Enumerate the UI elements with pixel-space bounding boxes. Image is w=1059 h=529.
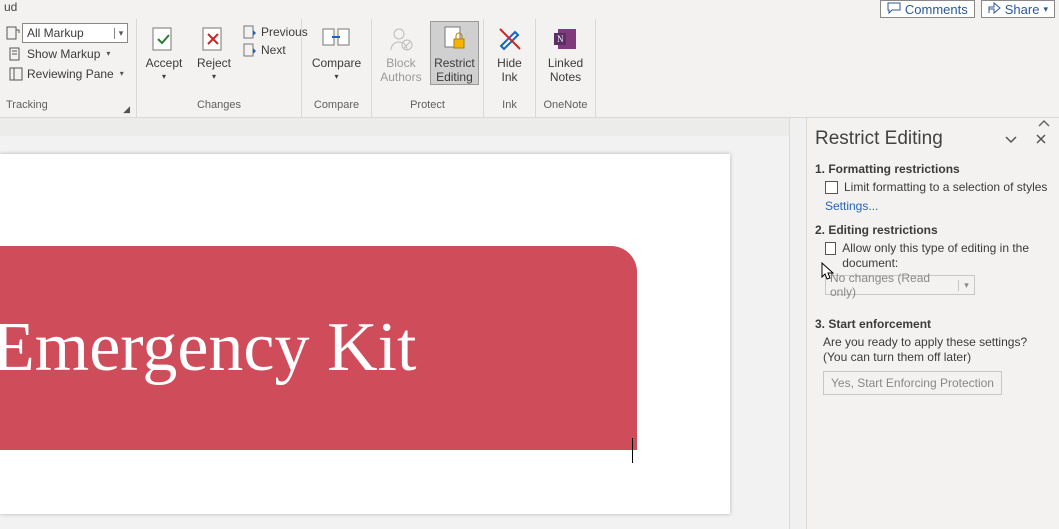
block-authors-button: Block Authors <box>376 21 426 84</box>
linked-notes-button[interactable]: N Linked Notes <box>543 21 589 84</box>
reviewing-pane-label: Reviewing Pane <box>27 67 114 81</box>
chevron-down-icon: ▾ <box>106 49 110 58</box>
chevron-down-icon: ▾ <box>958 280 974 291</box>
reviewing-pane-icon <box>9 67 23 81</box>
svg-text:N: N <box>557 34 564 44</box>
title-shape: Emergency Kit <box>0 246 637 450</box>
share-label: Share <box>1005 2 1040 17</box>
next-label: Next <box>261 43 286 57</box>
compare-button[interactable]: Compare ▾ <box>307 21 366 84</box>
group-label-tracking: Tracking <box>6 99 48 115</box>
chevron-down-icon: ▾ <box>114 28 127 39</box>
previous-change-button[interactable]: Previous <box>243 25 308 39</box>
vertical-scrollbar[interactable] <box>789 118 806 529</box>
group-label-compare: Compare <box>306 99 367 115</box>
formatting-settings-link[interactable]: Settings... <box>825 199 878 213</box>
chevron-down-icon: ▾ <box>334 70 338 84</box>
reject-button[interactable]: Reject ▾ <box>191 21 237 84</box>
hide-ink-button[interactable]: Hide Ink <box>487 21 533 84</box>
markup-options-icon[interactable] <box>6 26 20 40</box>
group-label-ink: Ink <box>488 99 531 115</box>
title-fragment: ud <box>4 0 17 18</box>
chevron-down-icon: ▾ <box>120 69 124 78</box>
previous-icon <box>243 25 257 39</box>
next-icon <box>243 43 257 57</box>
accept-icon <box>149 24 179 54</box>
onenote-icon: N <box>551 24 581 54</box>
allow-editing-checkbox[interactable] <box>825 242 836 255</box>
accept-button[interactable]: Accept ▾ <box>141 21 187 84</box>
block-authors-icon <box>386 24 416 54</box>
section-3-title: 3. Start enforcement <box>815 317 1049 331</box>
comments-button[interactable]: Comments <box>880 0 975 18</box>
limit-formatting-label: Limit formatting to a selection of style… <box>844 180 1047 195</box>
previous-label: Previous <box>261 25 308 39</box>
restrict-editing-icon <box>439 24 469 54</box>
show-markup-icon <box>9 47 23 61</box>
chevron-down-icon: ▾ <box>212 70 216 84</box>
chevron-down-icon: ▾ <box>1043 4 1048 15</box>
show-markup-button[interactable]: Show Markup ▾ <box>6 44 128 63</box>
section-1-title: 1. Formatting restrictions <box>815 162 1049 176</box>
markup-mode-value: All Markup <box>27 26 84 40</box>
collapse-ribbon-icon[interactable] <box>1037 118 1051 132</box>
group-label-onenote: OneNote <box>540 99 591 115</box>
allow-editing-label: Allow only this type of editing in the d… <box>842 241 1049 271</box>
start-enforcing-button: Yes, Start Enforcing Protection <box>823 371 1002 395</box>
group-label-protect: Protect <box>376 99 479 115</box>
reject-icon <box>199 24 229 54</box>
chevron-down-icon: ▾ <box>162 70 166 84</box>
restrict-editing-label: Restrict Editing <box>434 56 475 84</box>
restrict-editing-button[interactable]: Restrict Editing <box>430 21 479 85</box>
share-icon <box>988 2 1001 17</box>
enforcement-description: Are you ready to apply these settings? (… <box>823 335 1049 365</box>
document-page: Emergency Kit <box>0 154 730 514</box>
section-2-title: 2. Editing restrictions <box>815 223 1049 237</box>
hide-ink-icon <box>495 24 525 54</box>
close-icon[interactable] <box>1033 131 1049 147</box>
accept-label: Accept <box>146 56 183 70</box>
panel-title: Restrict Editing <box>815 128 943 150</box>
share-button[interactable]: Share ▾ <box>981 0 1055 18</box>
dialog-launcher-icon[interactable]: ◢ <box>123 104 130 115</box>
group-label-changes: Changes <box>141 99 297 115</box>
linked-notes-label: Linked Notes <box>548 56 583 84</box>
next-change-button[interactable]: Next <box>243 43 308 57</box>
reviewing-pane-button[interactable]: Reviewing Pane ▾ <box>6 64 128 83</box>
editing-type-dropdown: No changes (Read only) ▾ <box>825 275 975 295</box>
markup-mode-dropdown[interactable]: All Markup ▾ <box>22 23 128 43</box>
reject-label: Reject <box>197 56 231 70</box>
limit-formatting-checkbox[interactable] <box>825 181 838 194</box>
compare-icon <box>321 24 351 54</box>
editing-type-value: No changes (Read only) <box>830 271 958 299</box>
comment-icon <box>887 2 901 17</box>
comments-label: Comments <box>905 2 968 17</box>
document-title-text[interactable]: Emergency Kit <box>0 308 416 388</box>
hide-ink-label: Hide Ink <box>497 56 522 84</box>
restrict-editing-panel: Restrict Editing 1. Formatting restricti… <box>806 118 1059 529</box>
document-canvas[interactable]: Emergency Kit <box>0 118 789 529</box>
horizontal-ruler <box>0 118 789 136</box>
panel-options-icon[interactable] <box>1003 131 1019 147</box>
compare-label: Compare <box>312 56 361 70</box>
show-markup-label: Show Markup <box>27 47 100 61</box>
text-caret <box>632 438 633 463</box>
block-authors-label: Block Authors <box>380 56 421 84</box>
